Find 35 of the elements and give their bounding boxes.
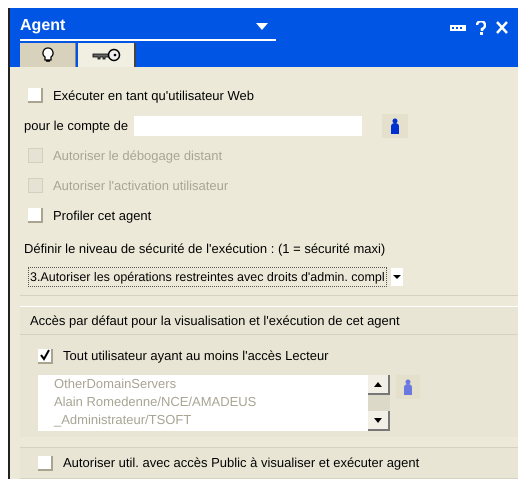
checkbox-label: Autoriser util. avec accès Public à visualiser et exécuter agent [63, 454, 420, 472]
checkbox[interactable] [28, 208, 43, 223]
window-title: Agent [20, 16, 66, 36]
security-dropdown[interactable]: 3.Autoriser les opérations restreintes avec droits d'admin. compl [28, 266, 387, 286]
person-icon [390, 118, 400, 134]
checkbox-label: Tout utilisateur ayant au moins l'accès Lecteur [63, 347, 329, 366]
checkbox[interactable] [38, 456, 53, 470]
key-icon [91, 48, 121, 62]
checkbox-label: Autoriser l'activation utilisateur [53, 176, 228, 195]
user-list-item[interactable]: OtherDomainServers [54, 375, 368, 393]
account-field[interactable] [134, 116, 362, 136]
keyboard-icon[interactable] [450, 24, 466, 30]
up-arrow-icon [374, 382, 382, 386]
person-icon [403, 379, 413, 395]
lightbulb-icon [42, 46, 54, 62]
checkbox[interactable] [28, 88, 43, 103]
dropdown-arrow-icon[interactable] [256, 22, 268, 30]
tab[interactable] [20, 42, 76, 66]
help-icon[interactable] [476, 20, 486, 34]
field-label: pour le compte de [24, 116, 128, 135]
checkbox[interactable] [38, 348, 53, 364]
checkbox-label: Autoriser le débogage distant [53, 146, 222, 165]
tab[interactable] [78, 42, 136, 66]
checkbox-label: Profiler cet agent [53, 206, 152, 225]
section-heading: Accès par défaut pour la visualisation et l'exécution de cet agent [30, 312, 400, 328]
down-arrow-icon [374, 418, 382, 422]
close-icon[interactable] [496, 21, 508, 34]
scroll-up-button[interactable] [368, 375, 390, 395]
user-picker-button[interactable] [382, 114, 408, 138]
user-list-item[interactable]: Alain Romedenne/NCE/AMADEUS [54, 393, 368, 411]
checkbox-label: Exécuter en tant qu'utilisateur Web [53, 86, 254, 105]
checkmark-icon [38, 349, 50, 361]
user-list-item[interactable]: _Administrateur/TSOFT [54, 411, 368, 429]
scroll-down-button[interactable] [368, 411, 390, 431]
security-label: Définir le niveau de sécurité de l'exécution : (1 = sécurité maxi) [24, 240, 386, 258]
